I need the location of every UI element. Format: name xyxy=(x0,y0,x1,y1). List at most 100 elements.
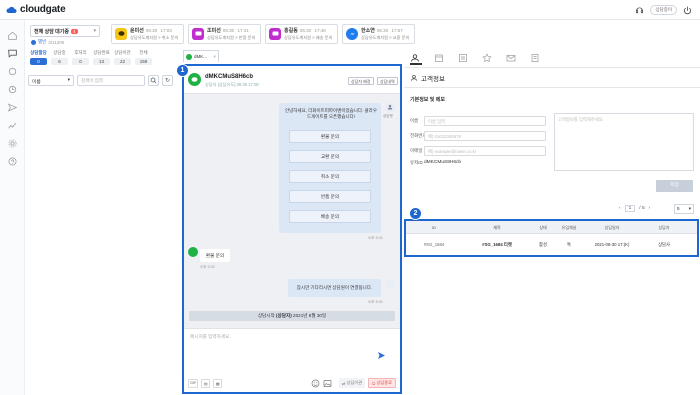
option-button[interactable]: 취소 문의 xyxy=(289,170,371,183)
chat-nav-icon[interactable] xyxy=(7,48,18,59)
chat-session-tab[interactable]: dMK... × xyxy=(183,50,219,62)
chevron-left-icon[interactable]: ‹ xyxy=(619,206,621,211)
table-header: ID 제목 상태 유입채널 상담일자 상담자 xyxy=(406,221,697,234)
left-nav-rail xyxy=(0,20,25,395)
tab-label: 전체 xyxy=(139,50,148,55)
image-icon[interactable] xyxy=(323,379,332,388)
option-button[interactable]: 교환 문의 xyxy=(289,150,371,163)
tab-calendar[interactable] xyxy=(434,53,446,65)
filter-select-value: 이름 xyxy=(32,80,41,85)
notification-card[interactable]: 홍길동 06:30 17:46 상담유도계지원 > 배송 문의 xyxy=(265,24,338,44)
queue-label: 전체 상담 대기중 xyxy=(34,28,69,35)
notification-time: 06:30 xyxy=(145,28,158,33)
gear-icon[interactable] xyxy=(7,138,18,149)
phone-field[interactable]: 예) 01012345678 xyxy=(424,131,546,141)
queue-selector[interactable]: 전체 상담 대기중 4 ▾ xyxy=(30,25,100,37)
option-button[interactable]: 배송 문의 xyxy=(289,210,371,223)
tab-assigned[interactable]: 상담할당 0 xyxy=(28,50,49,65)
tab-mail[interactable] xyxy=(506,53,518,65)
tab-list[interactable] xyxy=(458,53,470,65)
table-cell: 2021-08-30 17:(K) xyxy=(594,242,630,247)
chat-icon xyxy=(269,28,281,40)
tab-customer[interactable] xyxy=(410,53,422,65)
agent-status-pill[interactable]: 상담중이 xyxy=(650,5,677,15)
save-button[interactable]: 저장 xyxy=(656,180,693,192)
history-icon[interactable] xyxy=(7,84,18,95)
chevron-down-icon: ▾ xyxy=(67,78,70,83)
tab-transferred[interactable]: 상담이관 22 xyxy=(112,50,133,65)
end-consultation-button[interactable]: ⏻ 상담종료 xyxy=(368,378,396,388)
chevron-down-icon: ▾ xyxy=(93,28,96,34)
customer-name: dMKCMuS8H6cb xyxy=(205,74,254,80)
email-field[interactable]: 예) example@naver.co.kr xyxy=(424,146,546,156)
search-button[interactable] xyxy=(148,75,159,86)
notification-time: 06:30 xyxy=(299,28,312,33)
option-button[interactable]: 환불 문의 xyxy=(289,130,371,143)
memo-textarea[interactable]: 고객정보를 입력해주세요 xyxy=(554,113,694,171)
start-date: 2021년 8월 30일 xyxy=(293,313,327,318)
home-icon[interactable] xyxy=(7,30,18,41)
tab-label: 상담중 xyxy=(53,50,66,55)
assign-agent-button[interactable]: 상담자 배정 xyxy=(348,77,374,85)
tab-label: 상담완료 xyxy=(93,50,110,55)
transfer-label: 상담이관 xyxy=(346,380,363,385)
headset-icon[interactable] xyxy=(635,6,644,15)
bot-label: 상담봇 xyxy=(383,114,393,118)
customer-info-header: 고객정보 xyxy=(410,73,445,83)
tab-star[interactable] xyxy=(482,53,494,65)
chat-header: dMKCMuS8H6cb 상담유 [상담유도] 06:30 17:00 상담자 … xyxy=(184,66,400,94)
search-input[interactable]: 검색어 입력 xyxy=(77,75,145,86)
tab-in-progress[interactable]: 상담중 6 xyxy=(49,50,70,65)
notification-card[interactable]: 조미선 06:30 17:41 상담유도계지원 > 반품 문의 xyxy=(188,24,261,44)
page-size-select[interactable]: 5 ▾ xyxy=(674,204,694,214)
table-cell: 상담사 xyxy=(658,242,670,247)
option-button[interactable]: 반품 문의 xyxy=(289,190,371,203)
send-nav-icon[interactable] xyxy=(7,102,18,113)
notification-card[interactable]: 한소연 06:30 17:57 상담유도계지원 > 교환 문의 xyxy=(342,24,415,44)
name-field[interactable]: 이름 입력 xyxy=(424,116,546,126)
tab-post-process[interactable]: 후처리 0 xyxy=(70,50,91,65)
chevron-right-icon[interactable]: › xyxy=(649,206,651,211)
gif-button[interactable]: GIF xyxy=(188,378,199,388)
tab-notes[interactable] xyxy=(530,53,542,65)
help-icon[interactable] xyxy=(7,156,18,167)
current-page[interactable]: 1 xyxy=(624,205,636,212)
tab-count: 0 xyxy=(30,58,47,65)
brand-logo[interactable]: cloudgate xyxy=(6,4,66,15)
messenger-icon xyxy=(346,28,358,40)
table-row[interactable]: #SG_1684 #SG_1684 티켓 활성 톡 2021-08-30 17:… xyxy=(406,235,697,255)
tab-count: 13 xyxy=(93,58,110,65)
refresh-button[interactable]: ↻ xyxy=(162,75,173,86)
table-cell: #SG_1684 xyxy=(423,242,445,247)
field-label-email: 이메일 xyxy=(410,148,423,153)
close-icon[interactable]: × xyxy=(213,54,216,59)
history-button[interactable]: 상담내역 xyxy=(377,77,398,85)
message-composer[interactable]: 메시지를 입력하세요. GIF ▤ ▦ ⇄ 상담이관 ⏻ 상담종료 xyxy=(184,328,400,392)
status-tabs: 상담할당 0 상담중 6 후처리 0 상담완료 13 상담이관 22 전체 159 xyxy=(28,50,176,65)
filter-select[interactable]: 이름 ▾ xyxy=(28,75,74,86)
customer-message-bubble: 환불 문의 xyxy=(200,249,230,262)
stats-icon[interactable] xyxy=(7,120,18,131)
tab-count: 0 xyxy=(72,58,89,65)
customer-avatar xyxy=(188,73,201,86)
settings-ring-icon[interactable] xyxy=(7,66,18,77)
transfer-icon: ⇄ xyxy=(341,380,346,386)
column-header: 상담자 xyxy=(658,225,670,230)
transfer-button[interactable]: ⇄ 상담이관 xyxy=(338,378,366,388)
document-icon[interactable]: ▦ xyxy=(213,378,223,388)
tab-completed[interactable]: 상담완료 13 xyxy=(91,50,112,65)
emoji-icon[interactable] xyxy=(311,379,320,388)
notification-time2: 17:46 xyxy=(314,28,326,33)
power-icon[interactable] xyxy=(683,5,692,15)
notification-card[interactable]: 윤미선 06:30 17:03 상담유도계지원 > 취소 문의 xyxy=(111,24,184,44)
end-label: 상담종료 xyxy=(376,380,392,385)
annotation-badge: 1 xyxy=(176,64,189,77)
divider xyxy=(404,87,700,88)
send-icon[interactable] xyxy=(377,351,386,360)
tab-all[interactable]: 전체 159 xyxy=(133,50,154,65)
template-icon[interactable]: ▤ xyxy=(201,378,211,388)
cloud-logo-icon xyxy=(6,6,17,14)
ticket-table: ID 제목 상태 유입채널 상담일자 상담자 #SG_1684 #SG_1684… xyxy=(404,219,699,257)
message-input[interactable]: 메시지를 입력하세요. xyxy=(190,334,231,340)
tab-label: 상담이관 xyxy=(114,50,131,55)
